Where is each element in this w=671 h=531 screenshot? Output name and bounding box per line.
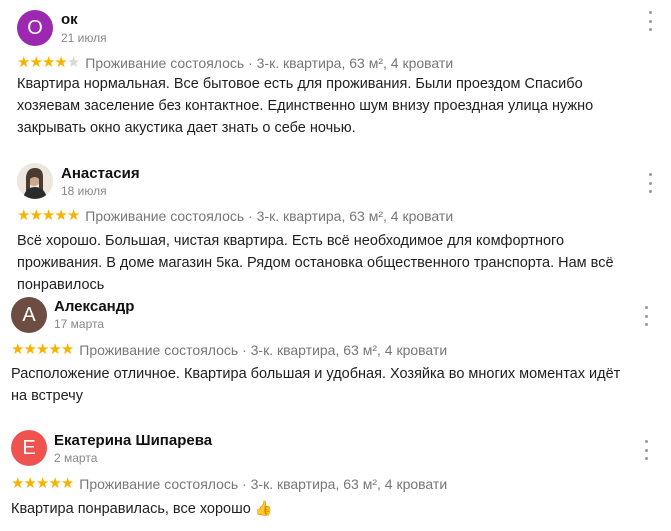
review-meta-row: ★ ★ ★ ★ ★ Проживание состоялось · 3-к. кварт… [11, 475, 448, 493]
avatar-letter: О [27, 16, 43, 39]
star-filled-icon: ★ [11, 475, 24, 492]
more-options-icon[interactable] [645, 11, 655, 31]
user-photo-icon [17, 163, 53, 199]
reviewer-name[interactable]: Екатерина Шипарева [54, 432, 212, 449]
star-filled-icon: ★ [41, 207, 55, 224]
review-meta-row: ★ ★ ★ ★ ★ Проживание состоялось · 3-к. кварт… [17, 207, 454, 225]
star-filled-icon: ★ [11, 341, 24, 358]
review-date: 17 марта [54, 317, 105, 331]
rating-stars: ★ ★ ★ ★ ★ [11, 341, 74, 358]
review-date: 2 марта [54, 451, 98, 465]
avatar[interactable]: Е [11, 430, 47, 466]
review-date: 21 июля [61, 31, 107, 45]
avatar[interactable]: А [11, 297, 47, 333]
star-filled-icon: ★ [54, 54, 67, 71]
stay-info: Проживание состоялось · 3-к. квартира, 6… [79, 476, 448, 492]
star-filled-icon: ★ [60, 475, 74, 492]
avatar-letter: Е [22, 436, 36, 459]
reviewer-name[interactable]: Александр [54, 298, 134, 315]
star-filled-icon: ★ [29, 207, 42, 224]
avatar-letter: А [22, 303, 36, 326]
more-options-icon[interactable] [645, 173, 655, 193]
stay-info: Проживание состоялось · 3-к. квартира, 6… [85, 208, 454, 224]
review-text: Всё хорошо. Большая, чистая квартира. Ес… [17, 233, 614, 293]
star-filled-icon: ★ [48, 475, 61, 492]
avatar[interactable]: О [17, 10, 53, 46]
star-filled-icon: ★ [35, 475, 49, 492]
star-filled-icon: ★ [29, 54, 42, 71]
review-text: Квартира нормальная. Все бытовое есть дл… [17, 76, 594, 136]
review-text: Расположение отличное. Квартира большая … [11, 366, 621, 404]
star-filled-icon: ★ [35, 341, 49, 358]
review-date: 18 июля [61, 184, 107, 198]
avatar[interactable] [17, 163, 53, 199]
review-meta-row: ★ ★ ★ ★ ★ Проживание состоялось · 3-к. кварт… [17, 54, 454, 72]
star-filled-icon: ★ [54, 207, 67, 224]
stay-info: Проживание состоялось · 3-к. квартира, 6… [79, 342, 448, 358]
star-filled-icon: ★ [17, 207, 30, 224]
star-empty-icon: ★ [66, 54, 80, 71]
rating-stars: ★ ★ ★ ★ ★ [17, 207, 80, 224]
star-filled-icon: ★ [23, 341, 36, 358]
review-text: Квартира понравилась, все хорошо 👍 [11, 501, 273, 517]
star-filled-icon: ★ [23, 475, 36, 492]
star-filled-icon: ★ [41, 54, 55, 71]
rating-stars: ★ ★ ★ ★ ★ [11, 475, 74, 492]
rating-stars: ★ ★ ★ ★ ★ [17, 54, 80, 71]
more-options-icon[interactable] [641, 306, 651, 326]
stay-info: Проживание состоялось · 3-к. квартира, 6… [85, 55, 454, 71]
star-filled-icon: ★ [60, 341, 74, 358]
more-options-icon[interactable] [641, 440, 651, 460]
review-meta-row: ★ ★ ★ ★ ★ Проживание состоялось · 3-к. кварт… [11, 341, 448, 359]
reviewer-name[interactable]: Анастасия [61, 165, 140, 182]
star-filled-icon: ★ [17, 54, 30, 71]
star-filled-icon: ★ [48, 341, 61, 358]
reviewer-name[interactable]: ок [61, 11, 78, 28]
star-filled-icon: ★ [66, 207, 80, 224]
